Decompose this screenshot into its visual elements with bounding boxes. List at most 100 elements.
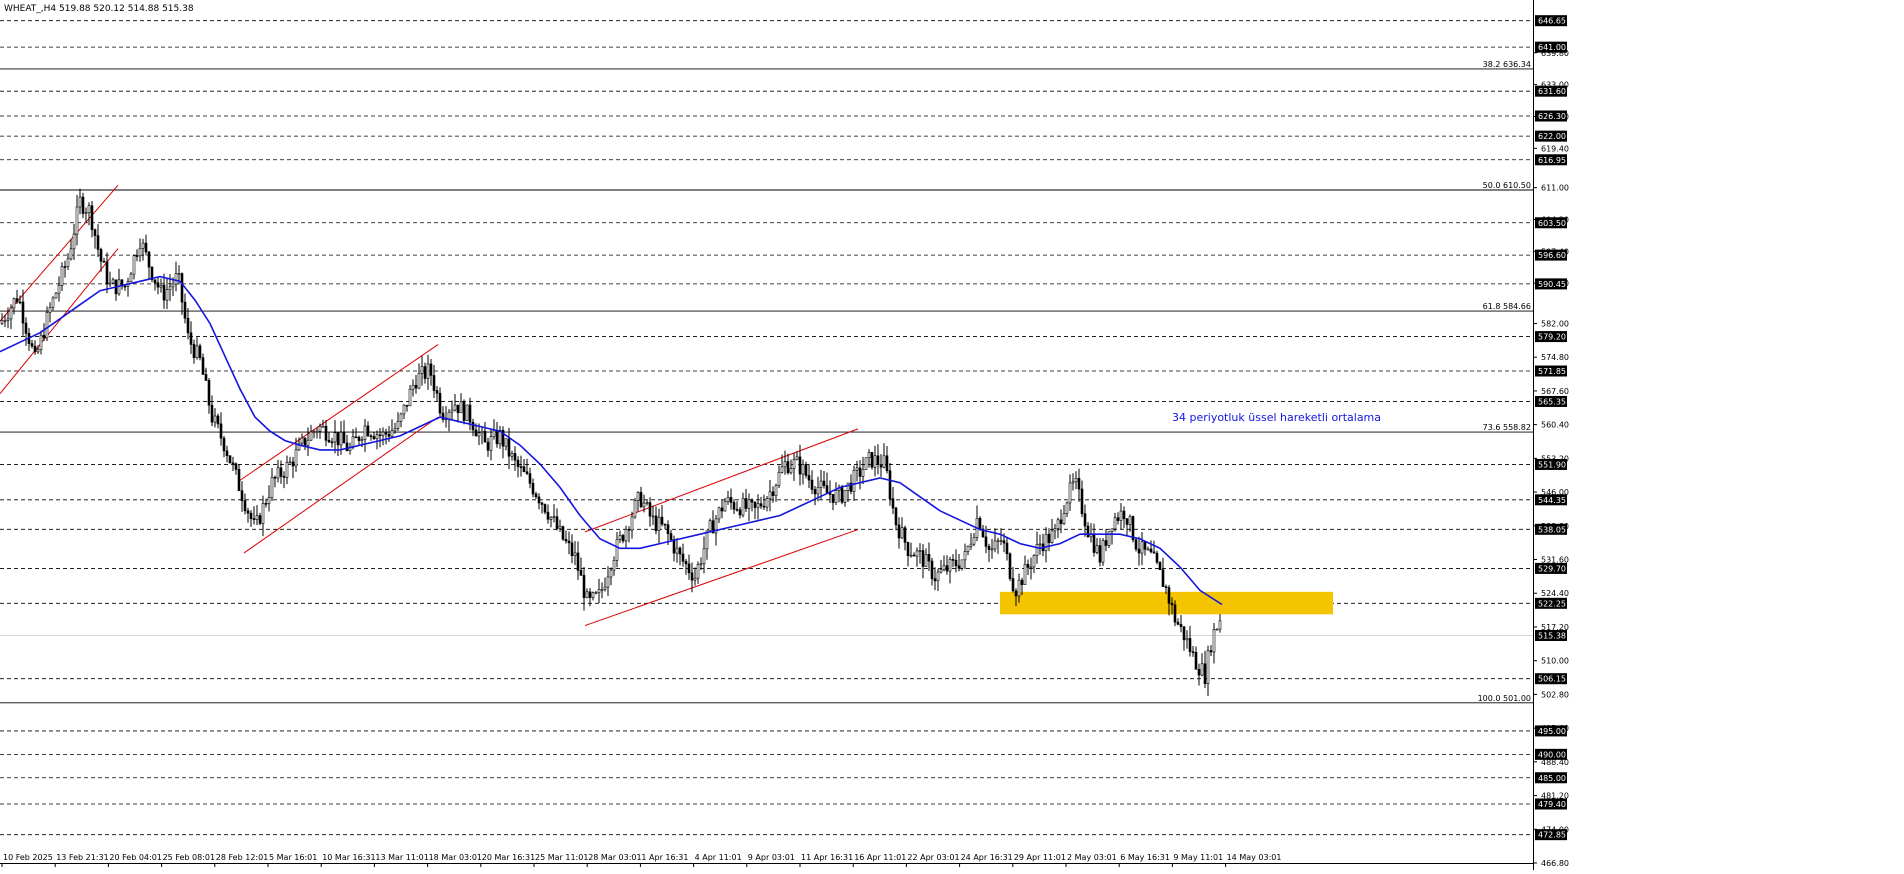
candle-body (42, 334, 46, 339)
candle-body (888, 470, 892, 499)
candle-body (249, 512, 253, 519)
level-tag-label: 490.00 (1538, 750, 1566, 759)
candle-body (315, 430, 319, 433)
candle-body (546, 511, 550, 520)
candle-body (507, 438, 511, 457)
candle-body (879, 464, 883, 468)
candle-body (354, 436, 358, 439)
candle-body (255, 515, 259, 520)
x-tick-label: 28 Feb 12:01 (216, 853, 268, 862)
candle-body (810, 479, 814, 490)
candle-body (168, 286, 172, 290)
candle-body (765, 498, 769, 508)
candle-body (216, 415, 220, 425)
candle-body (759, 503, 763, 507)
candle-body (1083, 513, 1087, 527)
candle-body (1101, 540, 1105, 563)
candle-body (186, 317, 190, 334)
candle-body (702, 548, 706, 565)
candle-body (1053, 528, 1057, 532)
candle-body (855, 467, 859, 471)
candle-body (132, 255, 136, 275)
candle-body (471, 421, 475, 431)
candle-body (960, 559, 964, 569)
candle-body (534, 493, 538, 498)
candle-body (1059, 519, 1063, 524)
candle-body (1185, 638, 1189, 641)
candle-body (804, 464, 808, 476)
candle-body (1179, 624, 1183, 627)
candle-body (144, 242, 148, 253)
candle-body (798, 456, 802, 475)
candle-body (372, 436, 376, 440)
candle-body (435, 390, 439, 394)
candle-body (417, 373, 421, 389)
candle-body (735, 508, 739, 511)
y-tick-label: 502.80 (1541, 690, 1569, 699)
candle-body (258, 515, 262, 524)
candle-body (330, 441, 334, 444)
candle-body (933, 578, 937, 582)
candle-body (633, 500, 637, 518)
candle-body (609, 569, 613, 578)
candle-body (111, 279, 115, 284)
candle-body (717, 507, 721, 520)
candle-body (1023, 564, 1027, 586)
candle-body (582, 575, 586, 598)
y-tick-label: 611.00 (1541, 184, 1569, 193)
candle-body (411, 384, 415, 390)
candle-body (1170, 602, 1174, 606)
fib-label: 73.6 558.82 (1483, 423, 1531, 432)
candle-body (213, 415, 217, 423)
candle-body (1098, 545, 1102, 563)
candle-body (378, 434, 382, 437)
candle-body (405, 404, 409, 407)
x-tick-label: 24 Apr 16:31 (961, 853, 1013, 862)
level-tag-label: 495.00 (1538, 727, 1566, 736)
candle-body (906, 542, 910, 556)
candle-body (327, 439, 331, 443)
candle-body (477, 432, 481, 437)
candle-body (996, 540, 1000, 543)
candle-body (171, 283, 175, 288)
candle-body (834, 490, 838, 503)
candle-body (285, 462, 289, 478)
x-tick-label: 20 Mar 16:31 (482, 853, 535, 862)
candle-body (1074, 478, 1078, 483)
candle-body (1215, 628, 1219, 631)
candle-body (1071, 481, 1075, 484)
candle-body (1197, 669, 1201, 676)
candle-body (243, 500, 247, 512)
candle-body (288, 461, 292, 464)
candle-body (594, 592, 598, 594)
candle-body (744, 498, 748, 509)
candle-body (1038, 543, 1042, 546)
candle-body (681, 553, 685, 562)
candle-body (969, 543, 973, 547)
candle-body (912, 554, 916, 557)
candle-body (741, 498, 745, 516)
candle-body (954, 559, 958, 567)
candle-body (783, 461, 787, 468)
candle-body (423, 366, 427, 379)
candle-body (1044, 533, 1048, 552)
level-tag-label: 590.45 (1538, 280, 1566, 289)
candle-body (519, 466, 523, 468)
candle-body (1161, 569, 1165, 587)
candle-body (489, 436, 493, 451)
candle-body (1200, 663, 1204, 676)
candle-body (234, 463, 238, 470)
candle-body (1155, 552, 1159, 563)
candle-body (393, 428, 397, 432)
candle-body (948, 559, 952, 572)
candle-body (1047, 533, 1051, 544)
candle-body (864, 457, 868, 470)
y-tick-label: 560.40 (1541, 421, 1569, 430)
candle-body (540, 502, 544, 505)
candle-body (801, 464, 805, 475)
candle-body (924, 554, 928, 567)
candle-body (1158, 561, 1162, 570)
candle-body (978, 518, 982, 530)
candle-body (1149, 548, 1153, 553)
candle-body (456, 404, 460, 414)
